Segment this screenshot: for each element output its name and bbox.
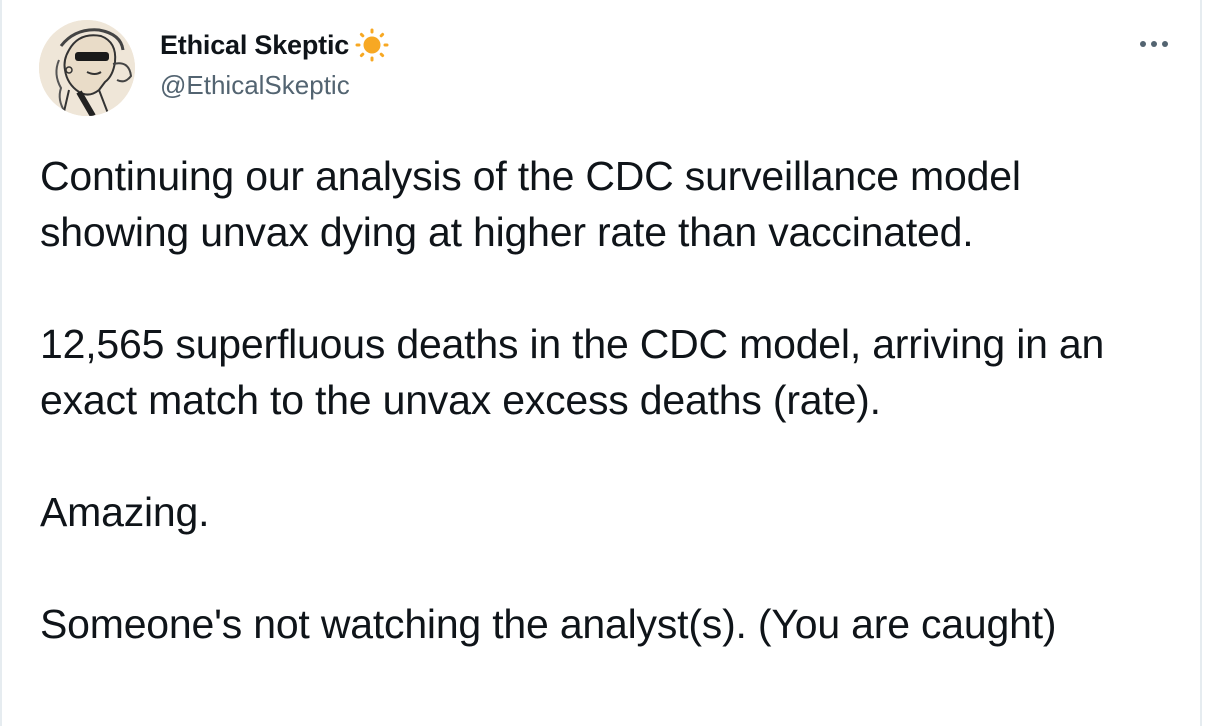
avatar-sketch-icon — [39, 20, 135, 116]
author-name-row[interactable]: Ethical Skeptic — [160, 28, 389, 62]
tweet-paragraph: Someone's not watching the analyst(s). (… — [40, 601, 1057, 647]
tweet-paragraph: Continuing our analysis of the CDC surve… — [40, 153, 1021, 255]
author-handle[interactable]: @EthicalSkeptic — [160, 70, 350, 101]
tweet-paragraph: 12,565 superfluous deaths in the CDC mod… — [40, 321, 1105, 423]
avatar[interactable] — [39, 20, 135, 116]
author-display-name[interactable]: Ethical Skeptic — [160, 30, 349, 61]
tweet-paragraph: Amazing. — [40, 489, 210, 535]
more-options-button[interactable] — [1134, 30, 1174, 58]
tweet-card: Ethical Skeptic @EthicalSkeptic Continui… — [0, 0, 1202, 726]
more-horizontal-icon — [1140, 41, 1168, 47]
tweet-text: Continuing our analysis of the CDC surve… — [40, 148, 1180, 652]
sun-icon — [355, 28, 389, 62]
